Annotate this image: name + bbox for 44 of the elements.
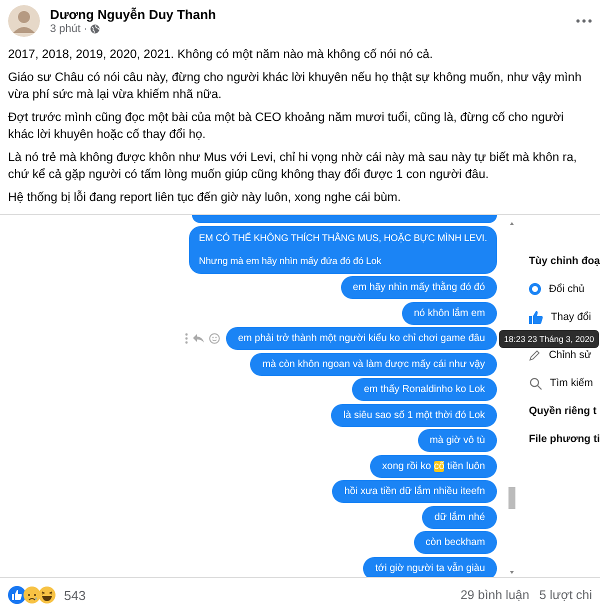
menu-item[interactable]: Chỉnh sử xyxy=(548,349,592,361)
post-paragraph: Là nó trẻ mà không được khôn như Mus với Levi, chỉ hi vọng nhờ cái này mà sau này tự biết mà khôn ra, chứ kể cả gặp người có tấm lòng muốn giúp cũng không thay đổi được 1 con người đâu. xyxy=(8,149,578,183)
post-time[interactable]: 3 phút · xyxy=(50,23,88,35)
message-bubble: tới giờ người ta vẫn giàu xyxy=(363,556,498,577)
message-bubble: em hãy nhìn mấy thằng đó đó xyxy=(340,276,498,299)
menu-item[interactable]: Thay đổi xyxy=(550,311,592,323)
post-paragraph: Hệ thống bị lỗi đang report liên tục đến giờ này luôn, xong nghe cái bùm. xyxy=(8,189,402,206)
message-bubble: hồi xưa tiền dữ lắm nhiều iteefn xyxy=(332,480,498,503)
message-bubble: nó khôn lắm em xyxy=(402,302,498,324)
more-icon[interactable] xyxy=(576,18,592,24)
thumbs-up-icon xyxy=(528,310,543,324)
message-line: Nhưng mà em hãy nhìn mấy đứa đó đó Lok xyxy=(198,254,382,268)
search-icon xyxy=(528,376,542,390)
message-bubble: dữ lắm nhé xyxy=(422,506,498,528)
sad-reaction-icon xyxy=(23,586,41,604)
message-line: EM CÓ THỂ KHÔNG THÍCH THẰNG MUS, HOẶC BỰC MÌNH LEVI. xyxy=(198,232,488,244)
menu-item[interactable]: Tìm kiếm xyxy=(550,377,593,389)
author-name[interactable]: Dương Nguyễn Duy Thanh xyxy=(50,7,566,23)
section-label[interactable]: Quyền riêng t xyxy=(528,405,597,417)
message-bubble: là siêu sao số 1 một thời đó Lok xyxy=(331,404,498,426)
reply-icon[interactable] xyxy=(192,334,204,343)
reaction-count[interactable]: 543 xyxy=(64,588,450,602)
comment-count[interactable]: 29 bình luận xyxy=(460,588,530,602)
menu-item[interactable]: Đổi chủ xyxy=(548,283,584,295)
share-count[interactable]: 5 lượt chi xyxy=(539,588,592,602)
globe-icon xyxy=(90,24,100,34)
emoji-icon[interactable] xyxy=(208,333,220,344)
section-label[interactable]: Tùy chỉnh đoạ xyxy=(528,255,600,267)
laugh-reaction-icon xyxy=(38,586,56,604)
section-label[interactable]: File phương ti xyxy=(528,433,600,445)
post-paragraph: 2017, 2018, 2019, 2020, 2021. Không có một năm nào mà không cố nói nó cả. xyxy=(8,46,434,63)
message-bubble: em thấy Ronaldinho ko Lok xyxy=(352,378,498,401)
pencil-icon xyxy=(528,349,541,361)
more-icon[interactable] xyxy=(184,333,188,344)
message-bubble: còn beckham xyxy=(414,531,498,554)
message-bubble: mà còn khôn ngoan và làm được mấy cái như vậy xyxy=(250,352,498,376)
avatar[interactable] xyxy=(8,5,40,37)
post-paragraph: Giáo sư Châu có nói câu này, đừng cho người khác lời khuyên nếu họ thật sự không muốn, như vậy mình vừa phí sức mà lại vừa khiếm nhã nữa. xyxy=(8,69,582,103)
message-bubble: em phải trở thành một người kiểu ko chỉ chơi game đâu xyxy=(226,327,498,350)
timestamp-tooltip: 18:23 23 Tháng 3, 2020 xyxy=(499,330,600,348)
message-bubble: mà giờ vô tù xyxy=(418,429,498,452)
radio-icon xyxy=(528,283,541,295)
post-paragraph: Đợt trước mình cũng đọc một bài của một bà CEO khoảng năm mươi tuổi, cũng là, đừng cố cho người khác lời khuyên hoặc cố thay đổi họ. xyxy=(8,109,565,143)
message-bubble: xong rồi ko cố tiền luôn xyxy=(370,454,498,478)
